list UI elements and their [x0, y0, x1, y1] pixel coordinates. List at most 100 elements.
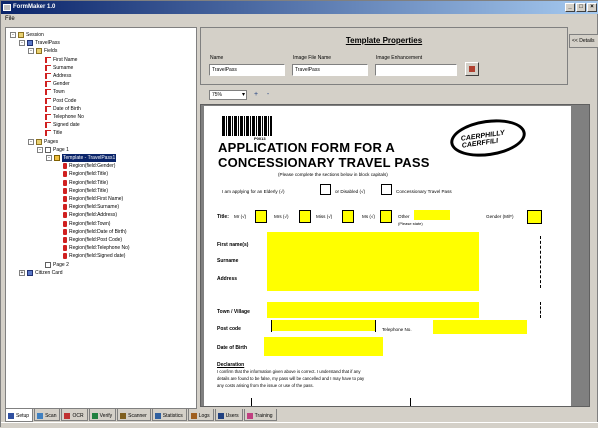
tree-field-item[interactable]: Date of Birth [37, 105, 81, 113]
ms-label: Ms (√) [362, 214, 375, 219]
tree-region-item[interactable]: Region(field:Address) [55, 211, 117, 219]
mr-label: Mr (√) [234, 214, 247, 219]
tree-region-item[interactable]: Region(field:Town) [55, 220, 110, 228]
zoom-in-icon[interactable]: + [251, 90, 261, 100]
tree-region-item[interactable]: Region(field:Surname) [55, 203, 119, 211]
details-button[interactable]: << Details [569, 34, 598, 48]
tab-ocr[interactable]: OCR [61, 409, 88, 421]
tab-verify[interactable]: Verify [88, 409, 117, 421]
please-state-label: (Please state) [398, 221, 423, 226]
expand-icon[interactable]: + [19, 269, 25, 276]
tree-region-item[interactable]: Region(field:Date of Birth) [55, 228, 127, 236]
tree-node-label: Region(field:Date of Birth) [69, 228, 127, 235]
tab-statistics[interactable]: Statistics [151, 409, 187, 421]
menu-bar: File [1, 14, 598, 24]
tree-field-item[interactable]: Post Code [37, 97, 76, 105]
mrs-label: Mrs (√) [274, 214, 289, 219]
field-border-right [540, 236, 541, 288]
zoom-select[interactable]: 75% [209, 90, 247, 100]
tree-node-label: Region(field:Telephone No) [69, 245, 130, 252]
tree-node-label: Page 2 [53, 261, 69, 268]
name-field[interactable]: TravelPass [209, 64, 285, 76]
tree-field-item[interactable]: Town [37, 88, 65, 96]
tree-page-2[interactable]: Page 2 [37, 261, 69, 269]
tree-region-item[interactable]: Region(field:Telephone No) [55, 244, 130, 252]
tab-scanner-icon [120, 412, 127, 419]
postcode-marker [375, 320, 376, 332]
tab-setup[interactable]: Setup [5, 409, 34, 422]
tree-field-item[interactable]: Surname [37, 64, 73, 72]
tree-field-item[interactable]: Telephone No [37, 113, 84, 121]
region-icon [63, 253, 67, 260]
field-icon [45, 114, 51, 120]
form-heading-line1: APPLICATION FORM FOR A [218, 140, 395, 155]
tab-label: OCR [72, 412, 84, 419]
surname-label: Surname [217, 258, 239, 264]
region-icon [63, 220, 67, 227]
collapse-icon[interactable]: - [19, 40, 25, 47]
tree-field-item[interactable]: Signed date [37, 121, 80, 129]
ms-region [380, 210, 392, 223]
tree-fields-folder[interactable]: - Fields [28, 47, 57, 55]
tree-field-item[interactable]: First Name [37, 56, 77, 64]
miss-region [342, 210, 354, 223]
tree-template[interactable]: - Template - TravelPass1 [46, 154, 117, 162]
tree-region-item[interactable]: Region(field:Title) [55, 170, 108, 178]
collapse-icon[interactable]: - [10, 32, 16, 38]
declaration-line1: I confirm that the information given abo… [217, 369, 361, 374]
close-button[interactable]: × [587, 3, 597, 12]
tab-scanner[interactable]: Scanner [117, 409, 151, 421]
template-image-viewer[interactable]: P0013 CAERPHILLY CAERFFILI APPLICATION FO… [200, 104, 590, 407]
tab-scan[interactable]: Scan [34, 409, 61, 421]
tree-pages-folder[interactable]: - Pages [28, 138, 58, 146]
collapse-icon[interactable]: - [46, 155, 52, 161]
tree-region-item[interactable]: Region(field:Signed date) [55, 252, 125, 260]
form-tree[interactable]: - Session - TravelPass - Fields First Name Surn… [5, 27, 197, 409]
title-bar: FormMaker 1.0 _ □ × [1, 1, 598, 14]
mr-region [255, 210, 267, 223]
browse-image-button[interactable] [465, 62, 479, 76]
tree-region-item[interactable]: Region(field:Gender) [55, 162, 115, 170]
page-icon [45, 261, 51, 268]
field-icon [45, 81, 51, 88]
tab-ocr-icon [64, 412, 71, 419]
maximize-button[interactable]: □ [576, 3, 586, 12]
tab-logs[interactable]: Logs [187, 409, 214, 421]
tab-training[interactable]: Training [243, 409, 277, 421]
tree-node-label: Citizen Card [35, 269, 63, 276]
name-label: Name [210, 55, 224, 61]
tree-node-label: Gender [53, 81, 70, 88]
dob-region [264, 337, 383, 356]
minimize-button[interactable]: _ [565, 3, 575, 12]
tree-form-citizen-card[interactable]: + Citizen Card [19, 269, 63, 277]
tab-training-icon [246, 412, 253, 419]
zoom-out-icon[interactable]: - [263, 90, 273, 100]
collapse-icon[interactable]: - [37, 146, 43, 153]
tab-users[interactable]: Users [214, 409, 243, 421]
tree-field-item[interactable]: Address [37, 72, 71, 80]
field-icon [45, 105, 51, 112]
tree-region-item[interactable]: Region(field:Post Code) [55, 236, 122, 244]
tab-label: Scanner [128, 412, 147, 419]
tree-root[interactable]: - Session [10, 31, 44, 39]
tree-form-travelpass[interactable]: - TravelPass [19, 39, 60, 47]
tab-statistics-icon [154, 412, 161, 419]
window-controls: _ □ × [565, 3, 597, 12]
menu-file[interactable]: File [5, 16, 15, 22]
tree-region-item[interactable]: Region(field:Title) [55, 187, 108, 195]
tab-logs-icon [190, 412, 197, 419]
tree-region-item[interactable]: Region(field:Title) [55, 179, 108, 187]
template-icon [54, 155, 60, 161]
collapse-icon[interactable]: - [28, 48, 34, 55]
field-icon [45, 64, 51, 71]
tree-field-item[interactable]: Title [37, 129, 62, 137]
region-icon [63, 171, 67, 178]
template-properties-panel: Template Properties Name Image File Name… [200, 27, 568, 85]
image-filename-label: Image File Name [293, 55, 332, 61]
image-enhancement-field[interactable] [375, 64, 457, 76]
tree-region-item[interactable]: Region(field:First Name) [55, 195, 123, 203]
tree-field-item[interactable]: Gender [37, 80, 70, 88]
image-filename-field[interactable]: TravelPass [292, 64, 368, 76]
tree-page-1[interactable]: - Page 1 [37, 146, 69, 154]
collapse-icon[interactable]: - [28, 138, 34, 145]
